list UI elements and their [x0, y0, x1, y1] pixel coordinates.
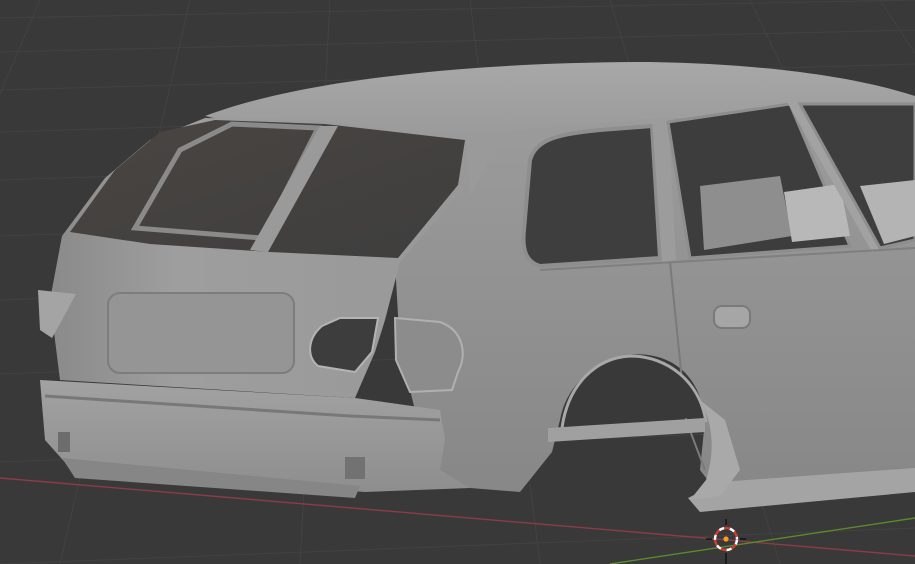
- 3d-viewport[interactable]: [0, 0, 915, 564]
- car-body-mesh[interactable]: [38, 62, 915, 512]
- y-axis-line: [609, 517, 915, 564]
- door-handle: [713, 305, 751, 329]
- taillight-cutout-right: [393, 316, 464, 394]
- bumper-sensor-left: [58, 432, 70, 452]
- side-rear-window: [521, 123, 663, 269]
- origin-dot: [723, 536, 729, 542]
- viewport-canvas[interactable]: [0, 0, 915, 564]
- license-plate-recess: [107, 292, 295, 374]
- bumper-sensor-right: [345, 457, 365, 479]
